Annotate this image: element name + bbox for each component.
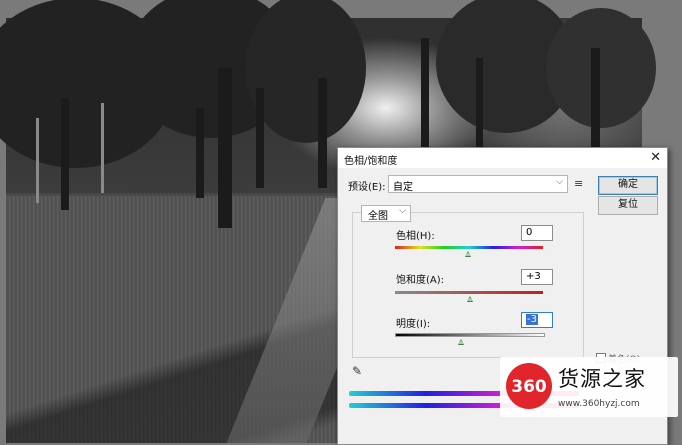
eyedropper-icon[interactable]: ✎ xyxy=(352,364,362,378)
lightness-field[interactable]: -3 xyxy=(521,312,553,328)
lightness-track[interactable] xyxy=(395,333,545,337)
watermark: 360 货源之家 www.360hyzj.com xyxy=(500,357,678,417)
tree-trunk xyxy=(256,88,264,188)
tree-trunk xyxy=(318,78,327,188)
lightness-slider-thumb[interactable] xyxy=(458,339,464,345)
saturation-track[interactable] xyxy=(395,291,543,294)
chevron-down-icon: ⌵ xyxy=(399,206,406,216)
hue-value: 0 xyxy=(526,227,533,238)
adjustment-group: 全图 ⌵ 色相(H): 0 饱和度(A): +3 明度(I): -3 xyxy=(352,205,584,358)
tree-trunk xyxy=(61,98,69,210)
saturation-label: 饱和度(A): xyxy=(396,275,445,286)
tree-trunk xyxy=(421,38,429,158)
lightness-label: 明度(I): xyxy=(396,319,431,330)
channel-value: 全图 xyxy=(368,211,388,222)
lamp-post xyxy=(36,118,39,203)
preset-options-icon[interactable]: ≡ xyxy=(574,177,583,190)
tree-canopy xyxy=(246,0,366,143)
watermark-logo: 360 xyxy=(506,363,552,409)
watermark-name: 货源之家 xyxy=(558,367,646,391)
tree-canopy xyxy=(546,8,656,128)
dialog-titlebar: 色相/饱和度 ✕ xyxy=(338,148,667,168)
saturation-slider-thumb[interactable] xyxy=(467,296,473,302)
channel-select[interactable]: 全图 ⌵ xyxy=(361,205,411,222)
reset-button[interactable]: 复位 xyxy=(598,196,658,215)
watermark-logo-text: 360 xyxy=(511,377,547,397)
lamp-post xyxy=(101,103,104,193)
tree-trunk xyxy=(218,68,232,228)
chevron-down-icon: ⌵ xyxy=(556,177,563,187)
tree-trunk xyxy=(591,48,600,148)
saturation-field[interactable]: +3 xyxy=(521,269,553,285)
ok-button[interactable]: 确定 xyxy=(598,176,658,195)
saturation-value: +3 xyxy=(526,271,541,282)
hue-label: 色相(H): xyxy=(396,231,435,242)
close-icon[interactable]: ✕ xyxy=(650,150,661,165)
preset-value: 自定 xyxy=(393,182,413,193)
dialog-title: 色相/饱和度 xyxy=(344,156,398,167)
hue-track[interactable] xyxy=(395,246,543,249)
watermark-url: www.360hyzj.com xyxy=(558,399,640,409)
hue-slider-thumb[interactable] xyxy=(465,251,471,257)
hue-field[interactable]: 0 xyxy=(521,225,553,241)
tree-trunk xyxy=(476,58,483,158)
preset-label: 预设(E): xyxy=(348,182,386,193)
lightness-value: -3 xyxy=(526,314,538,325)
preset-select[interactable]: 自定 ⌵ xyxy=(388,175,568,193)
tree-trunk xyxy=(196,108,204,198)
